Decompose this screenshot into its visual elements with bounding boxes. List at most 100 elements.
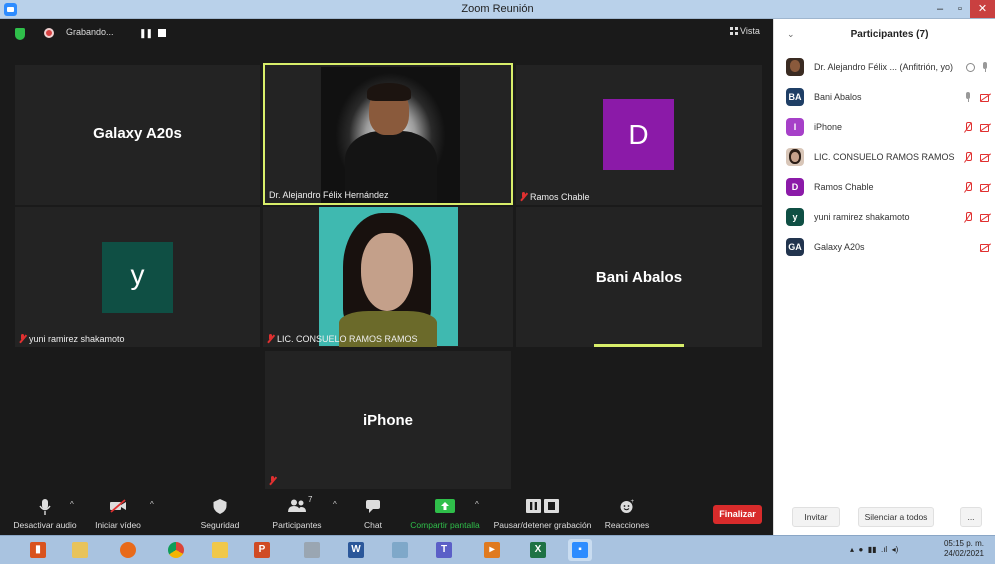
start-video-button[interactable]: Iniciar vídeo — [88, 490, 148, 535]
participants-count: 7 — [308, 495, 313, 504]
maximize-button[interactable]: ▫ — [950, 0, 970, 18]
video-tile-bani[interactable]: Bani Abalos — [516, 207, 762, 347]
mute-all-button[interactable]: Silenciar a todos — [858, 507, 934, 527]
start-button[interactable]: ▮ — [26, 539, 50, 561]
participants-options-caret[interactable]: ^ — [333, 500, 337, 509]
participant-avatar-photo — [786, 148, 804, 166]
participant-row[interactable]: D Ramos Chable — [786, 178, 991, 198]
pause-stop-recording-button[interactable]: Pausar/detener grabación — [490, 490, 595, 535]
participant-video-alejandro — [321, 67, 460, 203]
video-off-icon[interactable] — [979, 121, 991, 133]
taskbar-teams[interactable]: T — [432, 539, 456, 561]
video-tile-consuelo[interactable]: LIC. CONSUELO RAMOS RAMOS — [263, 207, 513, 347]
participant-name: Dr. Alejandro Félix ... (Anfitrión, yo) — [814, 62, 954, 72]
security-shield-icon[interactable] — [15, 28, 25, 40]
meeting-area: Grabando... ❚❚ Vista Galaxy A20s Dr. Ale… — [0, 19, 773, 535]
pause-recording-icon[interactable]: ❚❚ — [139, 28, 153, 39]
video-tile-galaxy[interactable]: Galaxy A20s — [15, 65, 260, 205]
participant-row[interactable]: Dr. Alejandro Félix ... (Anfitrión, yo) — [786, 58, 991, 78]
clock-time: 05:15 p. m. — [943, 539, 985, 548]
video-tile-ramos[interactable]: D Ramos Chable — [516, 65, 762, 205]
chrome-icon — [168, 542, 184, 558]
video-tile-iphone[interactable]: iPhone — [265, 351, 511, 489]
view-button[interactable]: Vista — [730, 26, 760, 36]
reactions-button[interactable]: + Reacciones — [600, 490, 654, 535]
participant-avatar: I — [786, 118, 804, 136]
participant-avatar-photo — [786, 58, 804, 76]
participants-button[interactable]: 7 Participantes — [262, 490, 332, 535]
participant-row[interactable]: y yuni ramirez shakamoto — [786, 208, 991, 228]
video-off-icon[interactable] — [979, 151, 991, 163]
audio-options-caret[interactable]: ^ — [70, 500, 74, 509]
participant-avatar: y — [786, 208, 804, 226]
tile-name-bani: Bani Abalos — [595, 269, 683, 286]
participant-row[interactable]: GA Galaxy A20s — [786, 238, 991, 258]
participant-row[interactable]: BA Bani Abalos — [786, 88, 991, 108]
mic-on-icon[interactable] — [962, 91, 974, 103]
taskbar-app2[interactable] — [388, 539, 412, 561]
video-tile-alejandro[interactable]: Dr. Alejandro Félix Hernández — [263, 63, 513, 205]
taskbar-explorer[interactable] — [68, 539, 92, 561]
video-tile-yuni[interactable]: y yuni ramirez shakamoto — [15, 207, 260, 347]
chat-button[interactable]: Chat — [350, 490, 396, 535]
title-bar: Zoom Reunión – ▫ ✕ — [0, 0, 995, 19]
participant-name: Galaxy A20s — [814, 242, 865, 252]
participant-row[interactable]: I iPhone — [786, 118, 991, 138]
video-off-icon[interactable] — [979, 241, 991, 253]
invite-button[interactable]: Invitar — [792, 507, 840, 527]
recording-dot-icon — [44, 28, 54, 38]
taskbar-calculator[interactable] — [300, 539, 324, 561]
mic-muted-icon[interactable] — [962, 211, 974, 223]
taskbar-clock[interactable]: 05:15 p. m. 24/02/2021 — [936, 539, 992, 559]
mic-muted-icon[interactable] — [962, 181, 974, 193]
taskbar-zoom[interactable]: ▪ — [568, 539, 592, 561]
reactions-label: Reacciones — [604, 520, 650, 530]
taskbar-excel[interactable]: X — [526, 539, 550, 561]
minimize-button[interactable]: – — [930, 0, 950, 18]
mic-muted-icon[interactable] — [962, 151, 974, 163]
calculator-icon — [304, 542, 320, 558]
taskbar-firefox[interactable] — [116, 539, 140, 561]
participant-avatar: D — [786, 178, 804, 196]
reactions-icon: + — [620, 499, 635, 513]
system-tray[interactable]: ▴ ● ▮▮ .ıl ◂) — [850, 545, 898, 554]
taskbar-powerpoint[interactable]: P — [250, 539, 274, 561]
clock-date: 24/02/2021 — [943, 549, 985, 558]
mic-on-icon[interactable] — [979, 61, 991, 73]
microphone-icon — [39, 499, 51, 515]
taskbar-app[interactable] — [208, 539, 232, 561]
tile-name-consuelo: LIC. CONSUELO RAMOS RAMOS — [277, 334, 418, 344]
taskbar-chrome[interactable] — [164, 539, 188, 561]
share-screen-button[interactable]: Compartir pantalla — [406, 490, 484, 535]
gallery-view-icon — [730, 27, 738, 35]
share-screen-icon — [435, 499, 455, 513]
tile-name-alejandro: Dr. Alejandro Félix Hernández — [269, 190, 389, 200]
muted-mic-icon — [269, 476, 276, 485]
close-button[interactable]: ✕ — [970, 0, 995, 18]
mic-muted-icon[interactable] — [962, 121, 974, 133]
end-meeting-button[interactable]: Finalizar — [713, 505, 762, 524]
video-off-icon[interactable] — [979, 211, 991, 223]
video-off-icon[interactable] — [979, 91, 991, 103]
mute-audio-button[interactable]: Desactivar audio — [8, 490, 82, 535]
tile-label-yuni: yuni ramirez shakamoto — [19, 334, 125, 344]
share-options-caret[interactable]: ^ — [475, 500, 479, 509]
taskbar-word[interactable]: W — [344, 539, 368, 561]
zoom-icon: ▪ — [572, 542, 588, 558]
firefox-icon — [120, 542, 136, 558]
svg-text:+: + — [631, 499, 635, 505]
video-options-caret[interactable]: ^ — [150, 500, 154, 509]
tile-label-iphone — [269, 476, 279, 486]
video-off-icon — [110, 499, 126, 513]
windows-taskbar: ▮ P W T ▸ X ▪ ▴ ● ▮▮ .ıl ◂) 05:15 p. m. … — [0, 535, 995, 564]
video-off-icon[interactable] — [979, 181, 991, 193]
participant-row[interactable]: LIC. CONSUELO RAMOS RAMOS — [786, 148, 991, 168]
more-options-button[interactable]: ... — [960, 507, 982, 527]
security-button[interactable]: Seguridad — [190, 490, 250, 535]
powerpoint-icon: P — [254, 542, 270, 558]
app-icon — [212, 542, 228, 558]
meeting-top-bar: Grabando... ❚❚ Vista — [0, 19, 773, 49]
taskbar-media[interactable]: ▸ — [480, 539, 504, 561]
stop-recording-icon[interactable] — [158, 29, 166, 37]
record-label: Pausar/detener grabación — [493, 520, 592, 530]
